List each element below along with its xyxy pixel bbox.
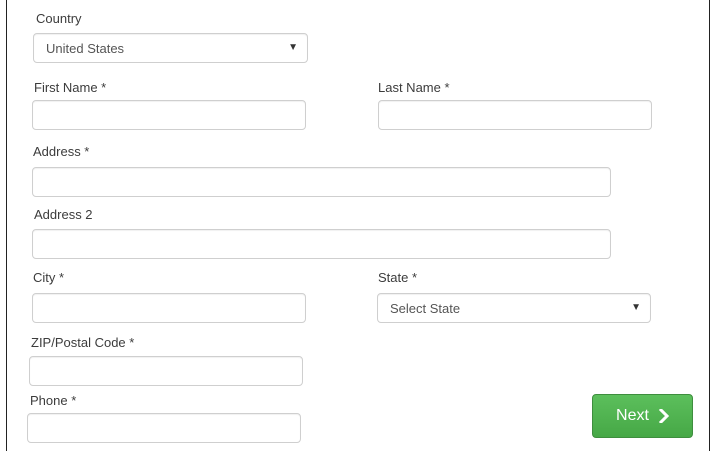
- city-label: City *: [33, 270, 65, 285]
- last-name-label: Last Name *: [378, 80, 450, 95]
- next-button[interactable]: Next: [592, 394, 693, 438]
- country-label: Country: [36, 11, 82, 26]
- first-name-label: First Name *: [34, 80, 107, 95]
- country-selected-value: United States: [46, 41, 125, 56]
- last-name-input[interactable]: [378, 100, 652, 130]
- zip-input[interactable]: [29, 356, 303, 386]
- address2-label: Address 2: [34, 207, 93, 222]
- address2-input[interactable]: [32, 229, 611, 259]
- first-name-input[interactable]: [32, 100, 306, 130]
- state-select[interactable]: Select State ▼: [377, 293, 651, 323]
- caret-down-icon: ▼: [631, 302, 641, 313]
- address-label: Address *: [33, 144, 90, 159]
- chevron-right-icon: [658, 409, 669, 423]
- next-button-label: Next: [616, 407, 649, 424]
- city-input[interactable]: [32, 293, 306, 323]
- phone-label: Phone *: [30, 393, 77, 408]
- zip-label: ZIP/Postal Code *: [31, 335, 135, 350]
- state-label: State *: [378, 270, 418, 285]
- country-select[interactable]: United States ▼: [33, 33, 308, 63]
- caret-down-icon: ▼: [288, 42, 298, 53]
- address-input[interactable]: [32, 167, 611, 197]
- phone-input[interactable]: [27, 413, 301, 443]
- state-selected-value: Select State: [390, 301, 461, 316]
